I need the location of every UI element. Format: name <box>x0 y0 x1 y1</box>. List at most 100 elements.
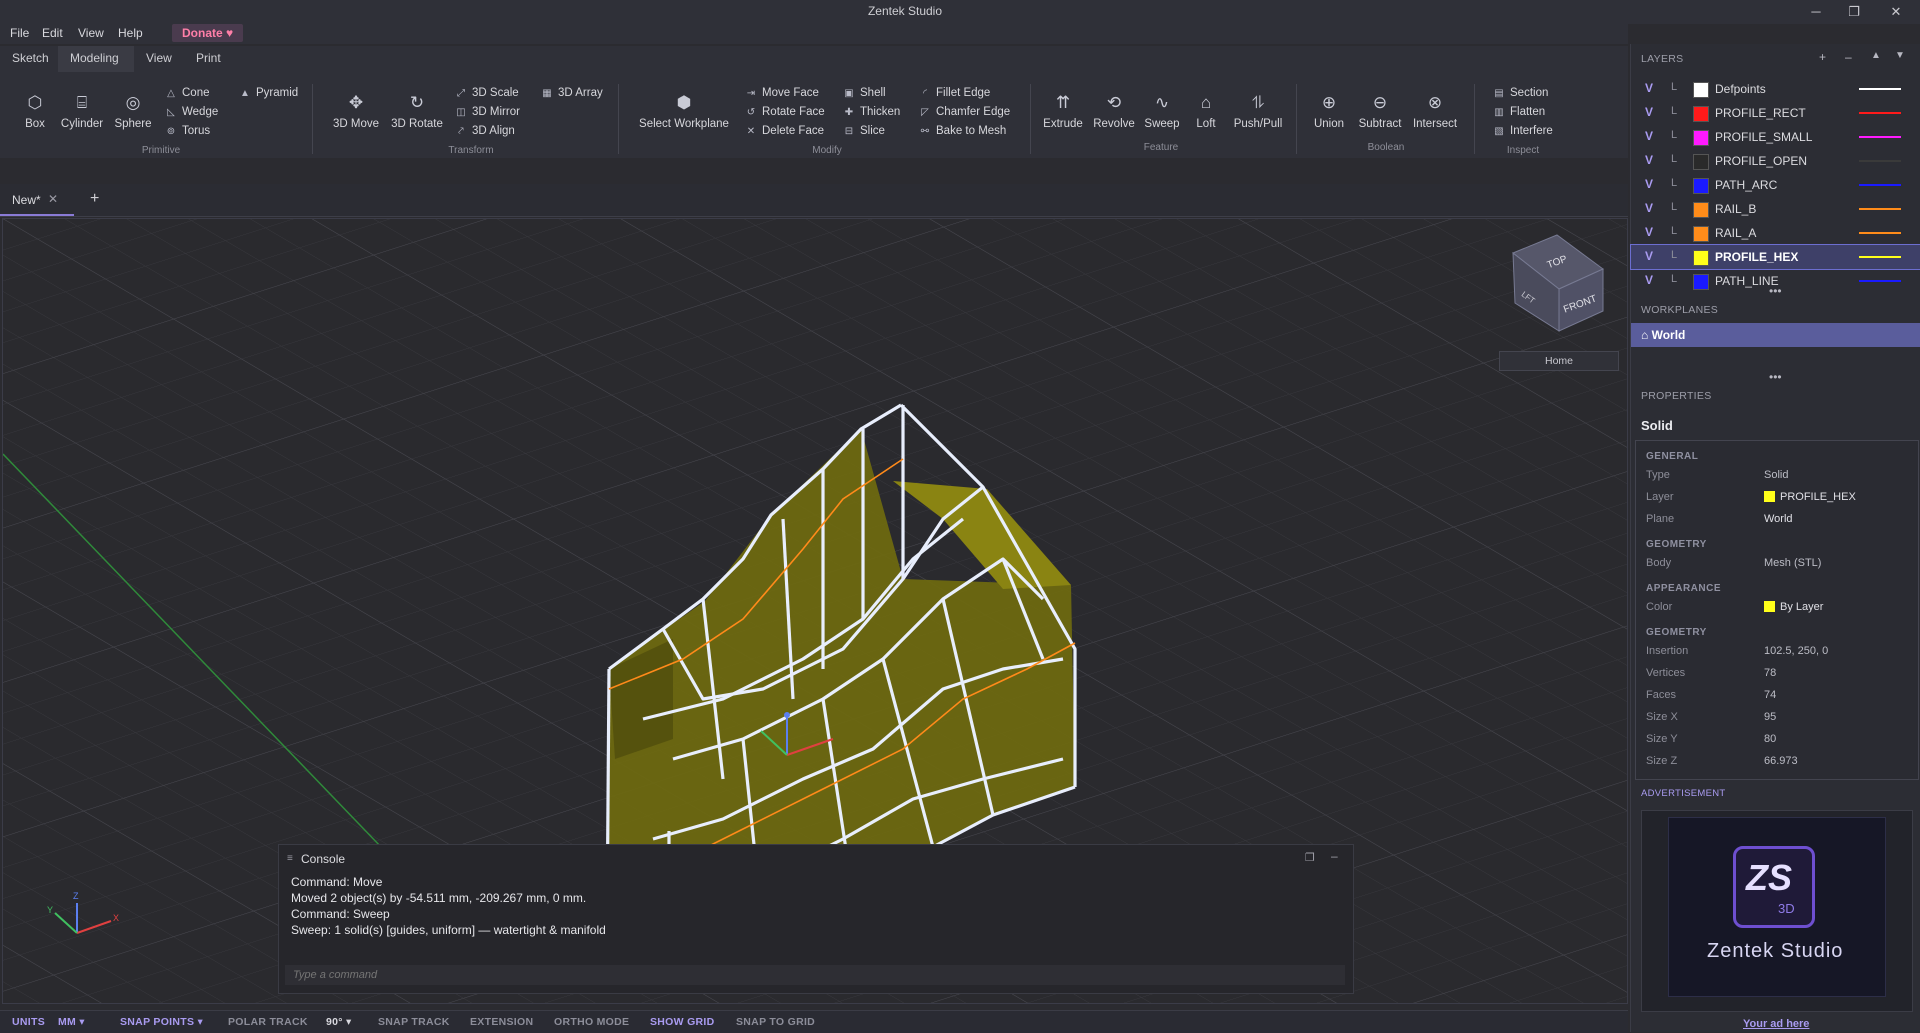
snap-track-toggle[interactable]: SNAP TRACK <box>378 1016 450 1028</box>
minimize-icon[interactable]: ─ <box>1802 2 1830 22</box>
layer-row[interactable]: V L RAIL_B <box>1631 197 1920 221</box>
menu-view[interactable]: View <box>78 26 104 40</box>
intersect-tool[interactable]: ⊗ Intersect <box>1408 92 1462 130</box>
donate-button[interactable]: Donate ♥ <box>172 24 244 42</box>
layer-visible-toggle[interactable]: V <box>1645 249 1653 263</box>
3d-align-tool[interactable]: ⤤ 3D Align <box>454 125 515 137</box>
slice-tool[interactable]: ⊟ Slice <box>842 125 885 137</box>
layer-visible-toggle[interactable]: V <box>1645 201 1653 215</box>
bake-to-mesh-tool[interactable]: ⚯ Bake to Mesh <box>918 125 1007 137</box>
prop-layer-value[interactable]: PROFILE_HEX <box>1780 491 1856 503</box>
shell-tool[interactable]: ▣ Shell <box>842 87 885 99</box>
layer-lock-toggle[interactable]: L <box>1671 177 1677 189</box>
layer-visible-toggle[interactable]: V <box>1645 225 1653 239</box>
interfere-tool[interactable]: ▧ Interfere <box>1492 125 1553 137</box>
layer-row[interactable]: V L RAIL_A <box>1631 221 1920 245</box>
snap-to-grid-toggle[interactable]: SNAP TO GRID <box>736 1016 815 1028</box>
new-tab-icon[interactable]: + <box>90 190 99 208</box>
layer-color-swatch[interactable] <box>1693 250 1709 266</box>
layers-resize-handle-icon[interactable]: ••• <box>1769 284 1782 298</box>
viewcube-home-button[interactable]: Home <box>1499 351 1619 371</box>
fillet-edge-tool[interactable]: ◜ Fillet Edge <box>918 87 990 99</box>
angle-dropdown[interactable]: 90° ▾ <box>326 1016 352 1028</box>
tab-print[interactable]: Print <box>196 51 221 65</box>
document-tab[interactable]: New* ✕ <box>0 186 74 216</box>
chamfer-edge-tool[interactable]: ◸ Chamfer Edge <box>918 106 1010 118</box>
push-pull-tool[interactable]: ⥮ Push/Pull <box>1230 92 1286 130</box>
console-menu-icon[interactable]: ≡ <box>287 853 293 864</box>
layer-lock-toggle[interactable]: L <box>1671 153 1677 165</box>
layer-lock-toggle[interactable]: L <box>1671 249 1677 261</box>
ad-link[interactable]: Your ad here <box>1743 1018 1809 1030</box>
wedge-tool[interactable]: ◺ Wedge <box>164 106 218 118</box>
layer-visible-toggle[interactable]: V <box>1645 273 1653 287</box>
polar-track-toggle[interactable]: POLAR TRACK <box>228 1016 308 1028</box>
layer-color-swatch[interactable] <box>1693 154 1709 170</box>
remove-layer-icon[interactable]: – <box>1845 50 1852 64</box>
layer-color-swatch[interactable] <box>1693 202 1709 218</box>
tab-view[interactable]: View <box>146 51 172 65</box>
move-layer-down-icon[interactable]: ▼ <box>1895 50 1905 61</box>
menu-file[interactable]: File <box>10 26 29 40</box>
layer-lock-toggle[interactable]: L <box>1671 201 1677 213</box>
ad-banner[interactable]: ZS 3D Zentek Studio <box>1668 817 1886 997</box>
close-window-icon[interactable]: ✕ <box>1882 2 1910 22</box>
box-tool[interactable]: ⬡ Box <box>18 92 52 130</box>
layer-visible-toggle[interactable]: V <box>1645 105 1653 119</box>
layer-row[interactable]: V L PROFILE_SMALL <box>1631 125 1920 149</box>
3d-rotate-tool[interactable]: ↻ 3D Rotate <box>388 92 446 130</box>
tab-modeling[interactable]: Modeling <box>58 46 134 74</box>
sweep-tool[interactable]: ∿ Sweep <box>1140 92 1184 130</box>
workplane-world-row[interactable]: ⌂ World <box>1631 323 1920 347</box>
show-grid-toggle[interactable]: SHOW GRID <box>650 1016 715 1028</box>
layer-row[interactable]: V L PROFILE_RECT <box>1631 101 1920 125</box>
extension-toggle[interactable]: EXTENSION <box>470 1016 533 1028</box>
console-minimize-icon[interactable]: – <box>1331 849 1338 863</box>
layer-color-swatch[interactable] <box>1693 106 1709 122</box>
pyramid-tool[interactable]: ▲ Pyramid <box>238 87 298 99</box>
layer-row[interactable]: V L PROFILE_OPEN <box>1631 149 1920 173</box>
move-face-tool[interactable]: ⇥ Move Face <box>744 87 819 99</box>
3d-scale-tool[interactable]: ⤢ 3D Scale <box>454 87 519 99</box>
layer-row[interactable]: V L PATH_ARC <box>1631 173 1920 197</box>
tab-sketch[interactable]: Sketch <box>12 51 49 65</box>
menu-help[interactable]: Help <box>118 26 143 40</box>
layer-lock-toggle[interactable]: L <box>1671 129 1677 141</box>
restore-icon[interactable]: ❐ <box>1840 2 1868 22</box>
cone-tool[interactable]: △ Cone <box>164 87 209 99</box>
flatten-tool[interactable]: ▥ Flatten <box>1492 106 1545 118</box>
layer-color-swatch[interactable] <box>1693 130 1709 146</box>
advertisement-box[interactable]: ZS 3D Zentek Studio <box>1641 810 1913 1012</box>
layer-color-swatch[interactable] <box>1693 82 1709 98</box>
layer-visible-toggle[interactable]: V <box>1645 153 1653 167</box>
torus-tool[interactable]: ⊚ Torus <box>164 125 210 137</box>
layer-lock-toggle[interactable]: L <box>1671 105 1677 117</box>
console-expand-icon[interactable]: ❐ <box>1305 851 1315 864</box>
move-layer-up-icon[interactable]: ▲ <box>1871 50 1881 61</box>
layer-color-swatch[interactable] <box>1693 178 1709 194</box>
extrude-tool[interactable]: ⇈ Extrude <box>1040 92 1086 130</box>
rotate-face-tool[interactable]: ↺ Rotate Face <box>744 106 825 118</box>
loft-tool[interactable]: ⌂ Loft <box>1188 92 1224 130</box>
units-dropdown[interactable]: MM ▾ <box>58 1016 85 1028</box>
subtract-tool[interactable]: ⊖ Subtract <box>1354 92 1406 130</box>
layer-color-swatch[interactable] <box>1693 226 1709 242</box>
prop-color-value[interactable]: By Layer <box>1780 601 1823 613</box>
command-input[interactable] <box>285 965 1345 985</box>
delete-face-tool[interactable]: ✕ Delete Face <box>744 125 824 137</box>
section-tool[interactable]: ▤ Section <box>1492 87 1548 99</box>
layer-lock-toggle[interactable]: L <box>1671 225 1677 237</box>
layer-lock-toggle[interactable]: L <box>1671 273 1677 285</box>
prop-plane-value[interactable]: World <box>1764 513 1793 525</box>
layer-visible-toggle[interactable]: V <box>1645 129 1653 143</box>
layer-visible-toggle[interactable]: V <box>1645 81 1653 95</box>
3d-array-tool[interactable]: ▦ 3D Array <box>540 87 602 99</box>
sphere-tool[interactable]: ◎ Sphere <box>110 92 156 130</box>
layer-color-swatch[interactable] <box>1693 274 1709 290</box>
layer-row-selected[interactable]: V L PROFILE_HEX <box>1630 244 1920 270</box>
select-workplane-tool[interactable]: ⬢ Select Workplane <box>636 92 732 130</box>
thicken-tool[interactable]: ✚ Thicken <box>842 106 900 118</box>
3d-move-tool[interactable]: ✥ 3D Move <box>330 92 382 130</box>
add-layer-icon[interactable]: + <box>1819 50 1826 64</box>
workplanes-resize-handle-icon[interactable]: ••• <box>1769 370 1782 384</box>
